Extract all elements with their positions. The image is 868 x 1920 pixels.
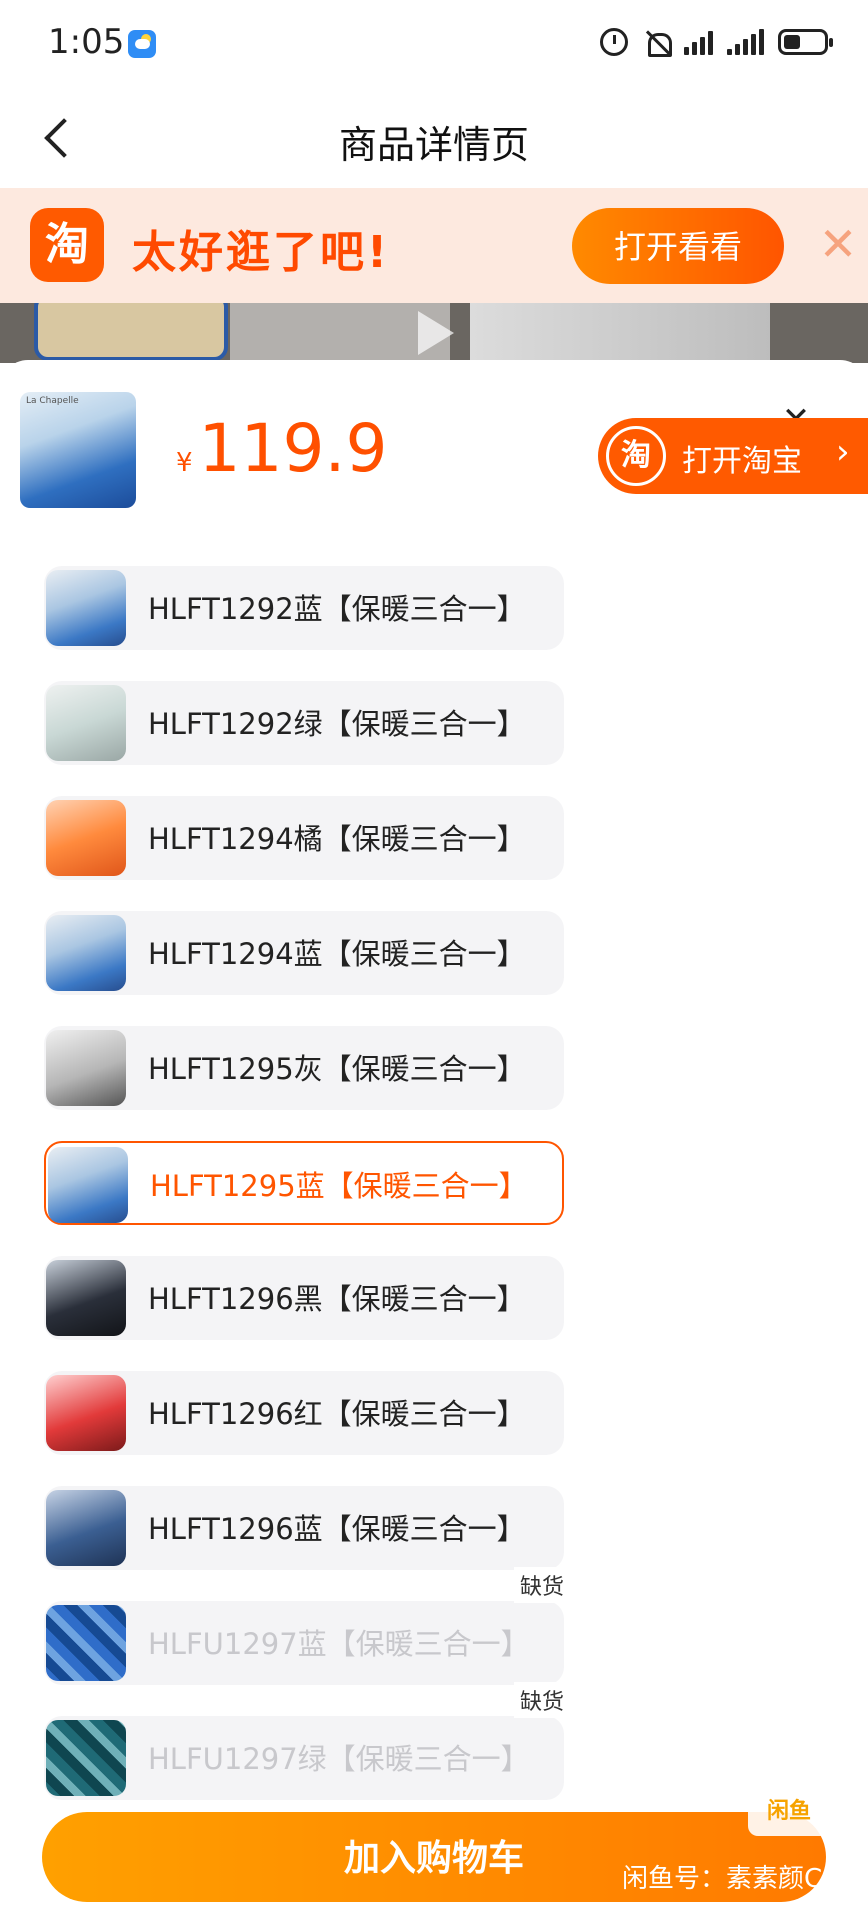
sku-option[interactable]: HLFT1296蓝【保暖三合一】 — [44, 1486, 564, 1570]
weather-icon — [128, 30, 156, 58]
chevron-right-icon: › — [836, 432, 850, 472]
nav-bar: 商品详情页 — [0, 88, 868, 188]
sku-option-label: HLFT1295蓝【保暖三合一】 — [150, 1169, 528, 1203]
currency-symbol: ¥ — [176, 448, 193, 478]
sku-option-label: HLFT1292蓝【保暖三合一】 — [148, 592, 526, 626]
battery-icon — [778, 29, 833, 55]
signal-icon — [684, 29, 713, 55]
sku-option[interactable]: HLFT1295蓝【保暖三合一】 — [44, 1141, 564, 1225]
selected-product-thumbnail — [20, 392, 136, 508]
sku-option-thumbnail — [46, 570, 126, 646]
sku-option-label: HLFT1295灰【保暖三合一】 — [148, 1052, 526, 1086]
sku-option-thumbnail — [46, 1720, 126, 1796]
sku-option[interactable]: HLFT1294蓝【保暖三合一】 — [44, 911, 564, 995]
mute-bell-icon — [644, 29, 672, 57]
out-of-stock-badge: 缺货 — [513, 1682, 570, 1718]
sku-option-thumbnail — [46, 1605, 126, 1681]
sku-option-label: HLFU1297绿【保暖三合一】 — [148, 1742, 530, 1776]
sku-option-thumbnail — [46, 1260, 126, 1336]
sku-sheet: ¥119.9 ✕ 淘 打开淘宝 › HLFT1292蓝【保暖三合一】HLFT12… — [0, 360, 868, 1920]
sku-option-label: HLFT1292绿【保暖三合一】 — [148, 707, 526, 741]
sku-option-label: HLFT1296蓝【保暖三合一】 — [148, 1512, 526, 1546]
sku-option-thumbnail — [46, 800, 126, 876]
promo-banner: 淘 太好逛了吧! 打开看看 ✕ — [0, 188, 868, 303]
sku-option-thumbnail — [46, 1490, 126, 1566]
sku-option-label: HLFU1297蓝【保暖三合一】 — [148, 1627, 530, 1661]
sku-option-label: HLFT1296黑【保暖三合一】 — [148, 1282, 526, 1316]
taobao-logo-icon: 淘 — [30, 208, 104, 282]
status-time: 1:05 — [48, 22, 125, 62]
page-title: 商品详情页 — [338, 123, 529, 167]
xianyu-watermark-text: 闲鱼号：素素颜C — [622, 1864, 823, 1894]
open-look-button[interactable]: 打开看看 — [572, 208, 784, 284]
sku-option-label: HLFT1296红【保暖三合一】 — [148, 1397, 526, 1431]
open-taobao-button[interactable]: 淘 打开淘宝 › — [598, 418, 868, 494]
price-value: 119.9 — [198, 410, 388, 487]
signal-2-icon — [727, 29, 764, 55]
sku-option-thumbnail — [46, 685, 126, 761]
sku-option[interactable]: HLFT1296红【保暖三合一】 — [44, 1371, 564, 1455]
sku-option[interactable]: HLFT1296黑【保暖三合一】 — [44, 1256, 564, 1340]
price-area: ¥119.9 — [176, 410, 388, 487]
sku-option[interactable]: HLFT1292绿【保暖三合一】 — [44, 681, 564, 765]
sku-option: HLFU1297绿【保暖三合一】 缺货 — [44, 1682, 570, 1800]
taobao-circle-icon: 淘 — [606, 426, 666, 486]
sku-option-thumbnail — [46, 915, 126, 991]
alarm-icon — [600, 28, 628, 56]
product-media-background — [0, 303, 868, 363]
sku-option-thumbnail — [46, 1030, 126, 1106]
sku-option-label: HLFT1294蓝【保暖三合一】 — [148, 937, 526, 971]
xianyu-watermark-logo: 闲鱼 — [748, 1788, 830, 1836]
product-image-fragment-3 — [470, 303, 770, 363]
sku-option-label: HLFT1294橘【保暖三合一】 — [148, 822, 526, 856]
open-taobao-label: 打开淘宝 — [682, 444, 802, 479]
promo-slogan: 太好逛了吧! — [132, 227, 391, 278]
sku-option-thumbnail — [48, 1147, 128, 1223]
status-icons — [598, 26, 833, 58]
status-bar: 1:05 — [0, 0, 868, 88]
sku-option[interactable]: HLFT1292蓝【保暖三合一】 — [44, 566, 564, 650]
promo-close-icon[interactable]: ✕ — [810, 216, 866, 272]
sku-option[interactable]: HLFT1295灰【保暖三合一】 — [44, 1026, 564, 1110]
sku-option-thumbnail — [46, 1375, 126, 1451]
out-of-stock-badge: 缺货 — [513, 1567, 570, 1603]
sku-option: HLFU1297蓝【保暖三合一】 缺货 — [44, 1567, 570, 1685]
sku-option[interactable]: HLFT1294橘【保暖三合一】 — [44, 796, 564, 880]
product-image-fragment — [34, 303, 228, 361]
play-icon — [418, 311, 454, 355]
product-image-fragment-2 — [230, 303, 450, 363]
